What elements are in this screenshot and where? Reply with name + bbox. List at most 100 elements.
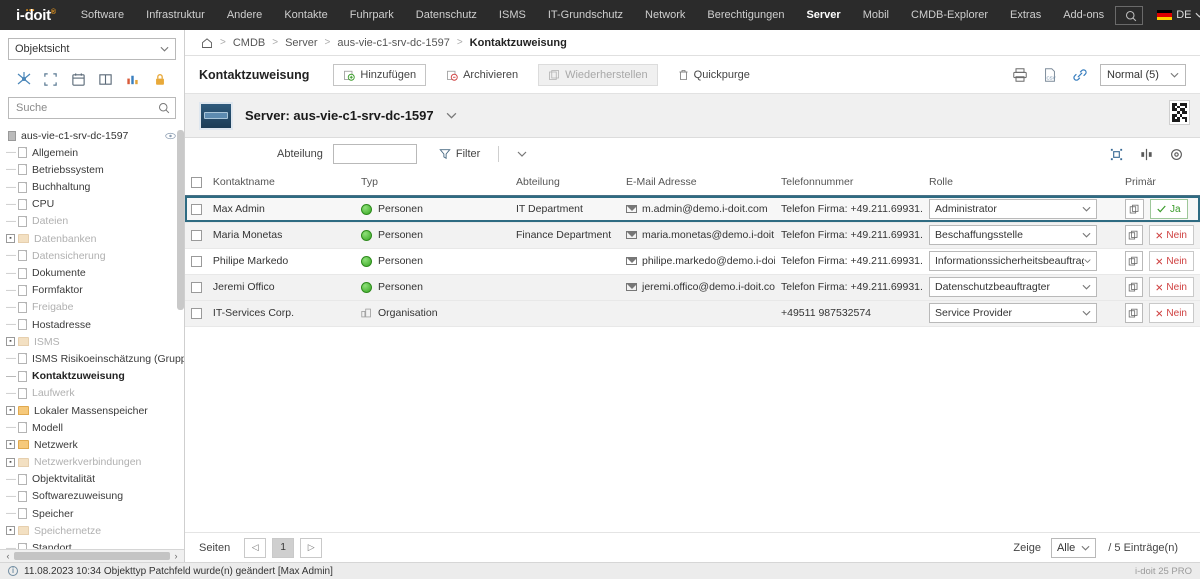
column-header-primaer[interactable]: Primär xyxy=(1119,170,1200,197)
nav-item-fuhrpark[interactable]: Fuhrpark xyxy=(339,0,405,30)
expander-icon[interactable]: ▪ xyxy=(6,406,15,416)
role-select[interactable]: Service Provider xyxy=(929,303,1097,323)
role-select[interactable]: Administrator xyxy=(929,199,1097,220)
next-page-button[interactable]: ▷ xyxy=(300,537,323,558)
nav-item-network[interactable]: Network xyxy=(634,0,696,30)
primary-toggle-button[interactable]: Nein xyxy=(1148,251,1194,271)
table-row[interactable]: IT-Services Corp. Organisation +49511 98… xyxy=(185,300,1200,327)
contact-name[interactable]: Maria Monetas xyxy=(213,229,282,241)
role-select[interactable]: Datenschutzbeauftragter xyxy=(929,277,1097,297)
eye-icon[interactable] xyxy=(165,132,176,140)
nav-item-infrastruktur[interactable]: Infrastruktur xyxy=(135,0,216,30)
tree-item-cpu[interactable]: — CPU xyxy=(0,196,184,213)
breadcrumb-item-object[interactable]: aus-vie-c1-srv-dc-1597 xyxy=(337,37,449,49)
tree-item-standort[interactable]: — Standort xyxy=(0,539,184,549)
tree-item-allgemein[interactable]: — Allgemein xyxy=(0,144,184,161)
object-dropdown-icon[interactable] xyxy=(446,112,457,119)
entries-per-page-select[interactable]: Alle xyxy=(1050,537,1097,558)
filter-button[interactable]: Filter xyxy=(439,148,480,160)
lock-icon[interactable] xyxy=(151,70,169,88)
chart-icon[interactable] xyxy=(124,70,142,88)
sidebar-horizontal-scrollbar[interactable]: ‹ › xyxy=(0,548,184,562)
fit-icon[interactable] xyxy=(1106,144,1126,164)
contact-name[interactable]: IT-Services Corp. xyxy=(213,307,294,319)
table-row[interactable]: Jeremi Offico Personen jeremi.offico@dem… xyxy=(185,274,1200,301)
tree-item-softwarezuweisung[interactable]: — Softwarezuweisung xyxy=(0,488,184,505)
tree-item-freigabe[interactable]: — Freigabe xyxy=(0,299,184,316)
nav-item-it-grundschutz[interactable]: IT-Grundschutz xyxy=(537,0,634,30)
column-header-rolle[interactable]: Rolle xyxy=(923,170,1119,197)
nav-item-isms[interactable]: ISMS xyxy=(488,0,537,30)
nav-item-server[interactable]: Server xyxy=(795,0,851,30)
expander-icon[interactable]: ▪ xyxy=(6,526,15,536)
primary-toggle-button[interactable]: Nein xyxy=(1148,225,1194,245)
tree-item-netzwerkverbindungen[interactable]: ▪ Netzwerkverbindungen xyxy=(0,453,184,470)
breadcrumb-item-cmdb[interactable]: CMDB xyxy=(233,37,265,49)
role-select[interactable]: Informationssicherheitsbeauftragter (ISB… xyxy=(929,251,1097,271)
table-row[interactable]: Maria Monetas Personen Finance Departmen… xyxy=(185,222,1200,249)
filter-dropdown-icon[interactable] xyxy=(517,151,527,157)
role-select[interactable]: Beschaffungsstelle xyxy=(929,225,1097,245)
tree-item-datenbanken[interactable]: ▪ Datenbanken xyxy=(0,230,184,247)
table-row[interactable]: Philipe Markedo Personen philipe.markedo… xyxy=(185,248,1200,275)
expander-icon[interactable]: ▪ xyxy=(6,440,15,450)
scroll-left-icon[interactable]: ‹ xyxy=(2,551,14,561)
email-label[interactable]: philipe.markedo@demo.i-doit.com xyxy=(642,255,775,267)
row-checkbox[interactable] xyxy=(191,255,202,267)
object-view-select[interactable]: Objektsicht xyxy=(8,38,176,60)
columns-icon[interactable] xyxy=(1136,144,1156,164)
sidebar-search-input[interactable] xyxy=(14,101,158,116)
view-mode-select[interactable]: Normal (5) xyxy=(1100,63,1186,86)
tree-item-dateien[interactable]: — Dateien xyxy=(0,213,184,230)
tree-item-speicher[interactable]: — Speicher xyxy=(0,505,184,522)
primary-toggle-button[interactable]: Nein xyxy=(1148,303,1194,323)
row-checkbox[interactable] xyxy=(191,203,202,215)
nav-item-cmdb-explorer[interactable]: CMDB-Explorer xyxy=(900,0,999,30)
expand-icon[interactable] xyxy=(42,70,60,88)
add-button[interactable]: Hinzufügen xyxy=(333,63,427,86)
expander-icon[interactable]: ▪ xyxy=(6,337,15,347)
link-icon[interactable] xyxy=(1070,65,1090,85)
nav-item-mobil[interactable]: Mobil xyxy=(852,0,900,30)
row-checkbox[interactable] xyxy=(191,229,202,241)
expander-icon[interactable]: ▪ xyxy=(6,234,15,244)
contact-name[interactable]: Max Admin xyxy=(213,203,265,215)
breadcrumb-item-server[interactable]: Server xyxy=(285,37,317,49)
contact-name[interactable]: Philipe Markedo xyxy=(213,255,288,267)
quickpurge-button[interactable]: Quickpurge xyxy=(667,63,760,86)
tree-item-modell[interactable]: — Modell xyxy=(0,419,184,436)
tree-item-dokumente[interactable]: — Dokumente xyxy=(0,264,184,281)
tree-item-speichernetze[interactable]: ▪ Speichernetze xyxy=(0,522,184,539)
tree-item-netzwerk[interactable]: ▪ Netzwerk xyxy=(0,436,184,453)
column-header-email[interactable]: E-Mail Adresse xyxy=(620,170,775,197)
column-header-kontaktname[interactable]: Kontaktname xyxy=(185,170,355,197)
nav-item-kontakte[interactable]: Kontakte xyxy=(273,0,338,30)
network-graph-icon[interactable] xyxy=(15,70,33,88)
contact-name[interactable]: Jeremi Offico xyxy=(213,281,275,293)
primary-toggle-button[interactable]: Ja xyxy=(1150,199,1188,220)
nav-item-datenschutz[interactable]: Datenschutz xyxy=(405,0,488,30)
nav-item-software[interactable]: Software xyxy=(70,0,135,30)
tree-item-isms-risikoeinschaetzung[interactable]: — ISMS Risikoeinschätzung (Gruppe) xyxy=(0,350,184,367)
expander-icon[interactable]: ▪ xyxy=(6,457,15,467)
app-logo[interactable]: ••• i-doit® xyxy=(8,7,70,24)
prev-page-button[interactable]: ◁ xyxy=(244,537,267,558)
settings-icon[interactable] xyxy=(1166,144,1186,164)
tree-item-root[interactable]: aus-vie-c1-srv-dc-1597 xyxy=(0,127,184,144)
email-label[interactable]: jeremi.offico@demo.i-doit.com xyxy=(642,281,775,293)
tree-item-laufwerk[interactable]: — Laufwerk xyxy=(0,385,184,402)
tree-item-formfaktor[interactable]: — Formfaktor xyxy=(0,282,184,299)
row-checkbox[interactable] xyxy=(191,281,202,293)
tree-item-kontaktzuweisung[interactable]: — Kontaktzuweisung xyxy=(0,368,184,385)
archive-button[interactable]: Archivieren xyxy=(436,63,529,86)
language-selector[interactable]: DE xyxy=(1157,9,1200,21)
copy-button[interactable] xyxy=(1125,277,1143,297)
nav-item-berechtigungen[interactable]: Berechtigungen xyxy=(696,0,795,30)
csv-export-icon[interactable]: CSV xyxy=(1040,65,1060,85)
book-icon[interactable] xyxy=(97,70,115,88)
column-header-abteilung[interactable]: Abteilung xyxy=(510,170,620,197)
tree-item-hostadresse[interactable]: — Hostadresse xyxy=(0,316,184,333)
nav-item-andere[interactable]: Andere xyxy=(216,0,273,30)
sidebar-search-box[interactable] xyxy=(8,97,176,119)
scroll-thumb[interactable] xyxy=(14,551,170,560)
